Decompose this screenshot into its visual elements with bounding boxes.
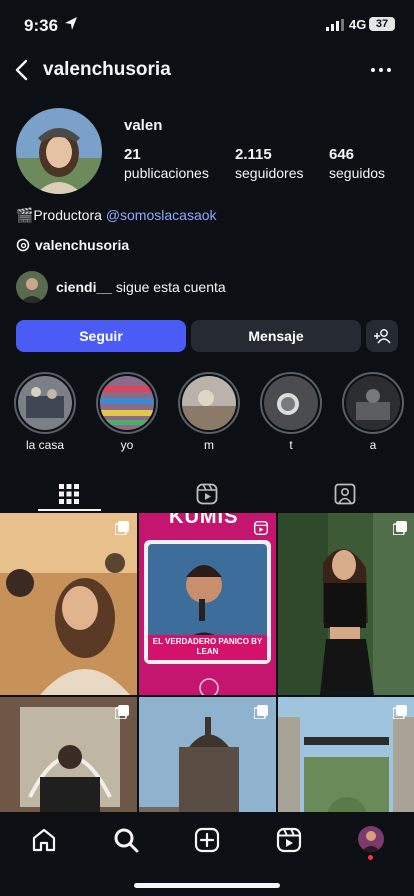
page-title: valenchusoria xyxy=(43,59,171,80)
status-bar: 9:36 4G 37 xyxy=(0,0,414,48)
highlight-label: t xyxy=(289,438,293,452)
create-icon[interactable] xyxy=(193,826,221,854)
profile-avatar[interactable] xyxy=(358,826,384,852)
bio: 🎬Productora @somoslacasaok xyxy=(16,207,217,224)
reel-caption: EL VERDADERO PANICO BY LEAN xyxy=(152,637,263,656)
threads-handle: valenchusoria xyxy=(35,237,130,253)
threads-link[interactable]: valenchusoria xyxy=(16,237,129,253)
highlight-label: m xyxy=(204,438,214,452)
reels-icon xyxy=(196,483,218,505)
grid-icon xyxy=(59,484,79,504)
post-tile-reel[interactable]: KUMIS EL VERDADERO PANICO BY LEAN xyxy=(139,513,276,695)
highlight-m[interactable] xyxy=(178,372,240,434)
bio-link[interactable]: @somoslacasaok xyxy=(106,207,217,223)
tab-posts-grid[interactable] xyxy=(0,476,138,512)
posts-count[interactable]: 21 xyxy=(124,146,141,163)
highlight-yo[interactable] xyxy=(96,372,158,434)
highlight-la-casa[interactable] xyxy=(14,372,76,434)
followers-count[interactable]: 2.115 xyxy=(235,146,272,163)
highlight-label: yo xyxy=(120,438,134,452)
home-icon[interactable] xyxy=(30,826,58,854)
followed-by-suffix: sigue esta cuenta xyxy=(112,279,226,295)
battery-badge: 37 xyxy=(369,17,395,31)
reel-overlay-title: KUMIS xyxy=(169,513,239,528)
active-tab-indicator xyxy=(38,509,101,511)
reels-icon xyxy=(254,521,268,535)
highlight-t[interactable] xyxy=(260,372,322,434)
follower-avatar[interactable] xyxy=(16,271,48,303)
carousel-icon xyxy=(115,705,129,719)
suggest-people-button[interactable] xyxy=(366,320,398,352)
tab-tagged[interactable] xyxy=(276,476,414,512)
tagged-icon xyxy=(334,483,356,505)
followed-by-text[interactable]: ciendi__ sigue esta cuenta xyxy=(56,279,226,295)
tab-reels[interactable] xyxy=(138,476,276,512)
notification-dot xyxy=(368,855,373,860)
follow-button[interactable]: Seguir xyxy=(16,320,186,352)
highlight-label: la casa xyxy=(25,438,65,452)
followers-label[interactable]: seguidores xyxy=(235,165,304,181)
reels-icon[interactable] xyxy=(275,826,303,854)
post-tile[interactable] xyxy=(0,513,137,695)
highlight-a[interactable] xyxy=(342,372,404,434)
profile-name: valen xyxy=(124,117,163,134)
message-button[interactable]: Mensaje xyxy=(191,320,361,352)
posts-label[interactable]: publicaciones xyxy=(124,165,209,181)
search-icon[interactable] xyxy=(112,826,140,854)
post-tile[interactable] xyxy=(278,697,414,813)
profile-avatar[interactable] xyxy=(16,108,102,194)
add-user-icon xyxy=(374,329,391,344)
location-arrow-icon xyxy=(65,17,77,30)
post-tile[interactable] xyxy=(278,513,414,695)
carousel-icon xyxy=(393,705,407,719)
followed-by-user: ciendi__ xyxy=(56,279,113,295)
following-count[interactable]: 646 xyxy=(329,146,354,163)
carousel-icon xyxy=(393,521,407,535)
carousel-icon xyxy=(115,521,129,535)
status-time: 9:36 xyxy=(24,16,59,35)
network-label: 4G xyxy=(349,17,367,32)
posts-grid: KUMIS EL VERDADERO PANICO BY LEAN xyxy=(0,513,414,813)
post-tile[interactable] xyxy=(139,697,276,813)
highlight-label: a xyxy=(369,438,377,452)
threads-icon xyxy=(16,238,30,252)
carousel-icon xyxy=(254,705,268,719)
signal-icon xyxy=(326,19,344,31)
back-icon[interactable] xyxy=(12,58,32,82)
following-label[interactable]: seguidos xyxy=(329,165,385,181)
more-options-icon[interactable] xyxy=(370,60,392,80)
post-tile[interactable] xyxy=(0,697,137,813)
home-indicator xyxy=(134,883,280,888)
bio-text: 🎬Productora xyxy=(16,207,106,223)
